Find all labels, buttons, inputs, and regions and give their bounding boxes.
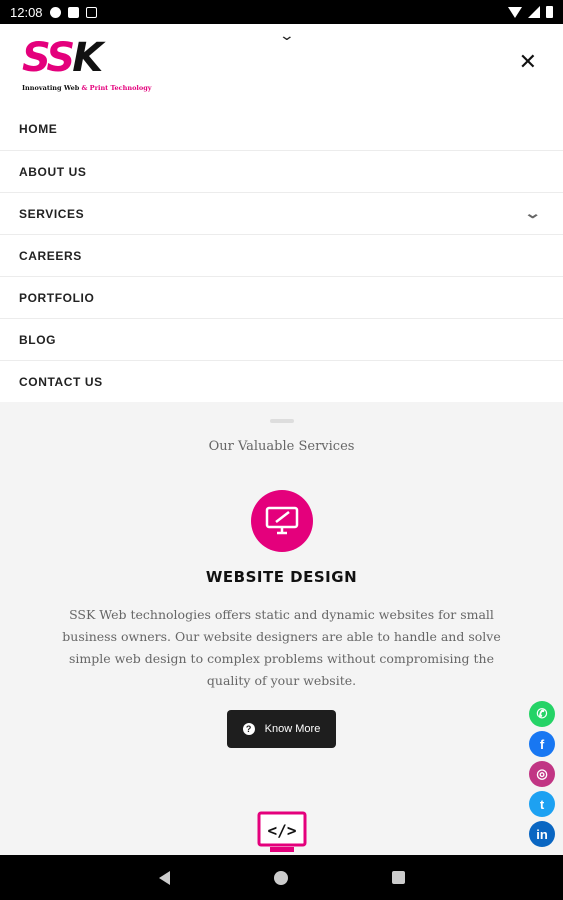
storage-notification-icon bbox=[67, 6, 79, 18]
menu-item-about-us[interactable]: ABOUT US bbox=[0, 150, 563, 192]
menu-item-portfolio[interactable]: PORTFOLIO bbox=[0, 276, 563, 318]
status-time: 12:08 bbox=[10, 4, 43, 20]
facebook-icon[interactable]: f bbox=[529, 731, 555, 757]
section-divider bbox=[269, 419, 294, 423]
wifi-icon bbox=[508, 6, 522, 18]
chevron-down-icon[interactable]: ⌄ bbox=[524, 205, 543, 222]
home-icon[interactable] bbox=[273, 870, 288, 885]
help-circle-icon: ? bbox=[242, 723, 255, 735]
android-nav-bar bbox=[0, 855, 563, 900]
status-bar: 12:08 bbox=[0, 0, 563, 24]
code-monitor-icon: </> bbox=[256, 810, 308, 858]
social-links: ✆ f ◎ t in bbox=[529, 701, 555, 847]
know-more-button[interactable]: ? Know More bbox=[226, 710, 337, 748]
logo-tagline: Innovating Web & Print Technology bbox=[22, 84, 152, 92]
whatsapp-icon[interactable]: ✆ bbox=[529, 701, 555, 727]
menu-item-contact-us[interactable]: CONTACT US bbox=[0, 360, 563, 402]
battery-icon bbox=[546, 6, 553, 18]
service-heading: WEBSITE DESIGN bbox=[205, 568, 358, 586]
logo-mark: SSK bbox=[22, 35, 103, 81]
menu-item-careers[interactable]: CAREERS bbox=[0, 234, 563, 276]
instagram-icon[interactable]: ◎ bbox=[529, 761, 555, 787]
services-section: Our Valuable Services WEBSITE DESIGN SSK… bbox=[0, 402, 563, 855]
svg-text:</>: </> bbox=[268, 821, 297, 840]
menu-item-home[interactable]: HOME bbox=[0, 108, 563, 150]
linkedin-icon[interactable]: in bbox=[529, 821, 555, 847]
collapse-chevron-icon[interactable]: ⌄ bbox=[279, 28, 295, 44]
back-icon[interactable] bbox=[158, 870, 170, 885]
menu-item-services[interactable]: SERVICES ⌄ bbox=[0, 192, 563, 234]
twitter-icon[interactable]: t bbox=[529, 791, 555, 817]
signal-icon bbox=[528, 6, 540, 18]
close-menu-button[interactable]: ✕ bbox=[519, 52, 537, 74]
service-description: SSK Web technologies offers static and d… bbox=[62, 607, 501, 688]
monitor-pen-icon bbox=[250, 490, 313, 552]
recent-apps-icon[interactable] bbox=[391, 871, 405, 884]
site-header: ⌄ SSK Innovating Web & Print Technology … bbox=[0, 24, 563, 108]
chat-notification-icon bbox=[49, 6, 61, 18]
menu-item-blog[interactable]: BLOG bbox=[0, 318, 563, 360]
main-menu: HOME ABOUT US SERVICES ⌄ CAREERS PORTFOLI… bbox=[0, 108, 563, 402]
app-notification-icon bbox=[85, 6, 97, 18]
site-logo[interactable]: SSK Innovating Web & Print Technology bbox=[22, 36, 152, 98]
section-title: Our Valuable Services bbox=[208, 439, 355, 454]
know-more-label: Know More bbox=[264, 723, 321, 735]
